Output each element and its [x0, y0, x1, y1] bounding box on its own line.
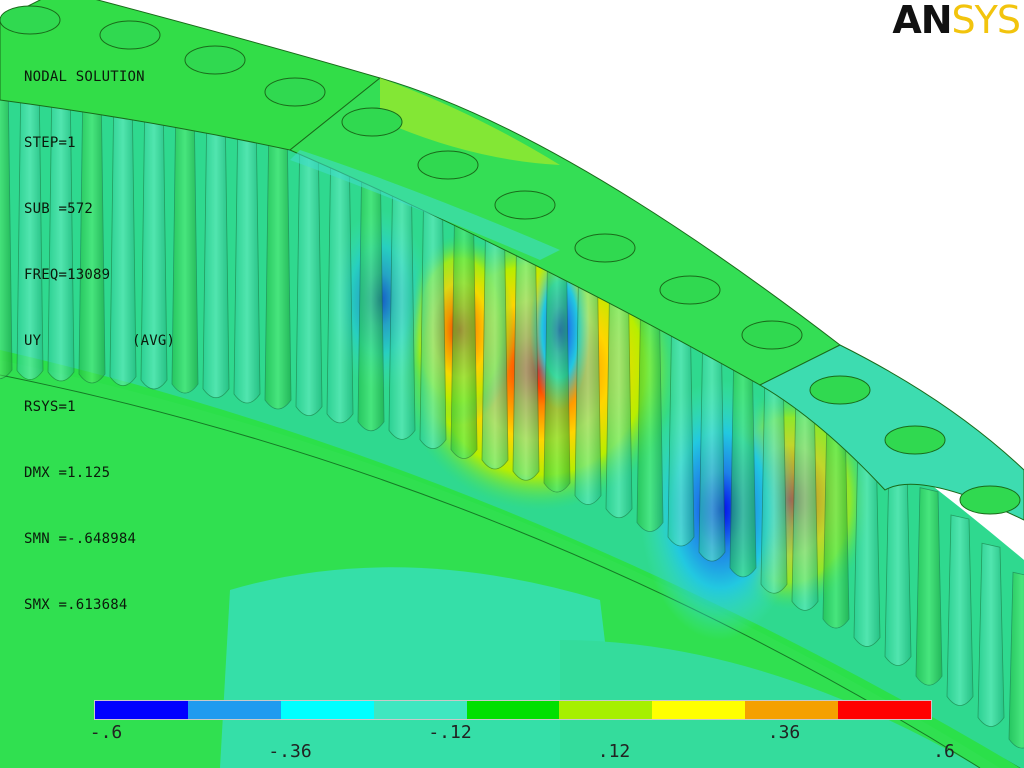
rivet-head: [959, 485, 1021, 515]
legend-color-segment: [652, 701, 746, 719]
rivet-head: [264, 77, 326, 107]
rivet-head: [659, 275, 721, 305]
solution-info-panel: NODAL SOLUTION STEP=1 SUB =572 FREQ=1308…: [24, 22, 175, 638]
rivet-head: [809, 375, 871, 405]
logo-text-sys: SYS: [951, 0, 1021, 42]
result-item: UY (AVG): [24, 330, 175, 352]
step-value: STEP=1: [24, 135, 76, 151]
legend-color-segment: [373, 701, 467, 719]
smx-value: SMX =.613684: [24, 597, 128, 613]
rivet-head: [494, 190, 556, 220]
smn-value: SMN =-.648984: [24, 531, 137, 547]
rivet-head: [741, 320, 803, 350]
rivet-head: [184, 45, 246, 75]
avg-label: (AVG): [132, 333, 176, 349]
legend-tick-label: .12: [597, 741, 631, 762]
legend-color-segment: [280, 701, 374, 719]
fe-model-render: [0, 0, 1024, 768]
substep-value: SUB =572: [24, 201, 94, 217]
turbine-blade: [884, 460, 912, 666]
dmx-value: DMX =1.125: [24, 465, 111, 481]
solution-title: NODAL SOLUTION: [24, 69, 145, 85]
turbine-blade: [915, 487, 943, 686]
legend-tick-label: -.6: [89, 722, 123, 743]
ansys-logo: ANSYS: [892, 0, 1021, 42]
logo-text-an: AN: [892, 0, 952, 42]
frequency-value: FREQ=13089: [24, 267, 111, 283]
legend-tick-label: -.12: [428, 722, 472, 743]
rivet-head: [884, 425, 946, 455]
model-viewport[interactable]: [0, 0, 1024, 768]
result-item-label: UY: [24, 333, 42, 349]
turbine-blade: [171, 90, 199, 394]
legend-tick-label: .6: [933, 741, 955, 762]
contour-legend-bar: [94, 700, 932, 720]
legend-color-segment: [745, 701, 839, 719]
turbine-blade: [233, 104, 261, 404]
legend-color-segment: [466, 701, 560, 719]
turbine-blade: [977, 542, 1005, 727]
legend-color-segment: [838, 701, 932, 719]
rsys-value: RSYS=1: [24, 399, 76, 415]
rivet-head: [341, 107, 403, 137]
rivet-head: [417, 150, 479, 180]
turbine-blade: [946, 514, 974, 706]
legend-tick-label: -.36: [268, 741, 312, 762]
legend-color-segment: [95, 701, 188, 719]
legend-color-segment: [559, 701, 653, 719]
turbine-blade: [202, 97, 230, 399]
legend-tick-label: .36: [767, 722, 801, 743]
rivet-head: [574, 233, 636, 263]
turbine-blade: [264, 112, 292, 410]
legend-color-segment: [187, 701, 281, 719]
